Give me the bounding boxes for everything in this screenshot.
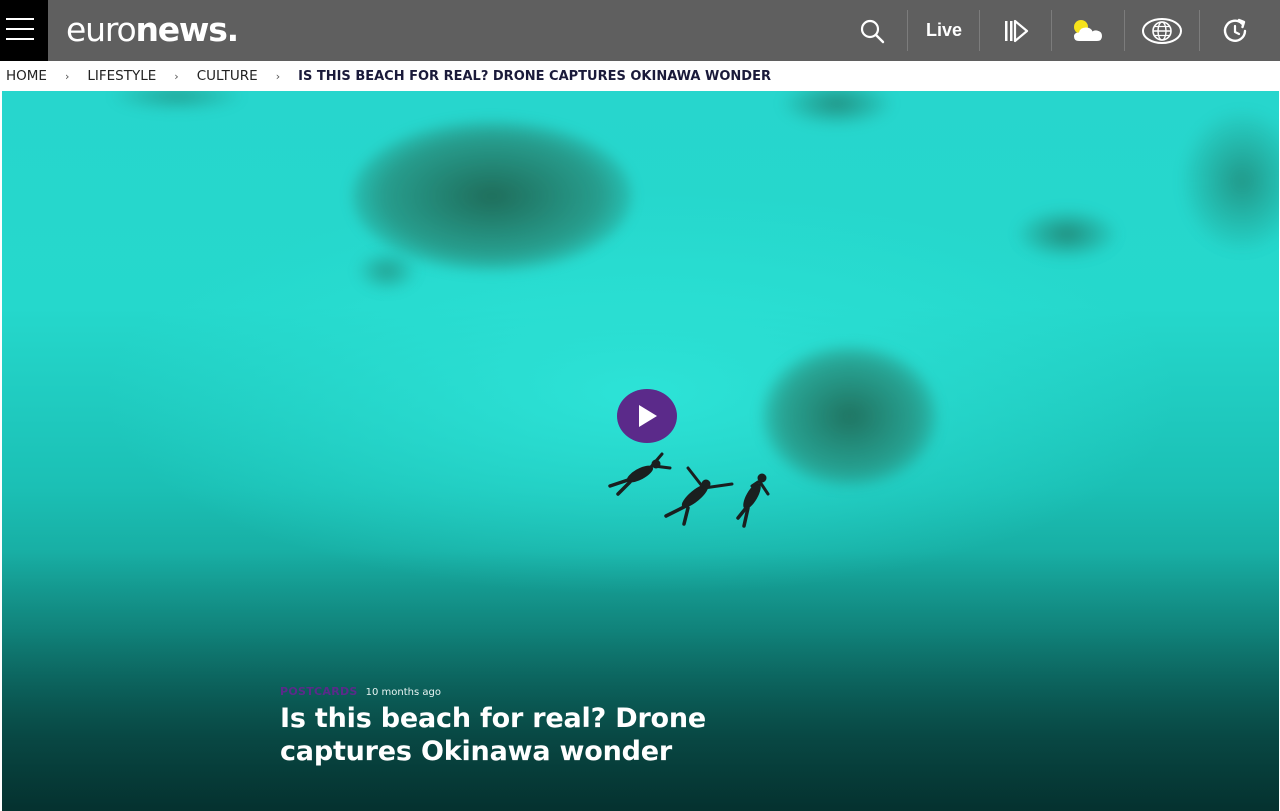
top-navigation-bar: euronews. Live xyxy=(0,0,1280,61)
category-tag[interactable]: POSTCARDS xyxy=(280,685,358,698)
breadcrumb-home[interactable]: HOME xyxy=(6,68,47,84)
weather-button[interactable] xyxy=(1060,0,1116,61)
live-label: Live xyxy=(925,20,963,40)
play-video-button[interactable] xyxy=(617,389,677,443)
breadcrumb-separator: › xyxy=(275,69,281,83)
weather-icon xyxy=(1074,19,1102,41)
search-button[interactable] xyxy=(850,0,894,61)
header-divider xyxy=(1051,10,1052,51)
menu-icon-line xyxy=(6,28,34,30)
swimmers-illustration xyxy=(608,452,770,528)
play-icon xyxy=(639,405,657,427)
logo-text-regular: euro xyxy=(66,10,137,49)
globe-icon xyxy=(1142,17,1182,44)
logo-text-bold: news xyxy=(135,10,227,49)
reef-patch xyxy=(762,346,937,486)
breadcrumb-separator: › xyxy=(174,69,179,83)
publish-time: 10 months ago xyxy=(365,687,441,698)
menu-icon-line xyxy=(6,18,34,20)
header-divider xyxy=(907,10,908,51)
reef-patch xyxy=(782,91,892,126)
breadcrumb: HOME › LIFESTYLE › CULTURE › IS THIS BEA… xyxy=(0,61,1280,91)
menu-button[interactable] xyxy=(0,0,48,61)
header-divider xyxy=(1199,10,1200,51)
search-icon xyxy=(860,19,885,43)
logo-dot: . xyxy=(226,10,240,49)
article-caption: POSTCARDS 10 months ago Is this beach fo… xyxy=(280,685,800,768)
header-divider xyxy=(1124,10,1125,51)
breadcrumb-culture[interactable]: CULTURE xyxy=(197,68,258,84)
reef-patch xyxy=(1182,111,1279,251)
reef-patch xyxy=(357,251,417,291)
latest-news-button[interactable] xyxy=(1212,0,1260,61)
header-divider xyxy=(979,10,980,51)
breadcrumb-separator: › xyxy=(64,69,70,83)
video-stories-icon xyxy=(1005,19,1029,42)
breadcrumb-lifestyle[interactable]: LIFESTYLE xyxy=(87,68,156,84)
article-headline[interactable]: Is this beach for real? Drone captures O… xyxy=(280,702,800,768)
hero-video-thumbnail[interactable]: POSTCARDS 10 months ago Is this beach fo… xyxy=(2,91,1279,811)
video-stories-button[interactable] xyxy=(990,0,1042,61)
reef-patch xyxy=(1017,209,1117,259)
euronews-logo[interactable]: euronews. xyxy=(66,8,240,52)
language-button[interactable] xyxy=(1132,0,1192,61)
article-meta: POSTCARDS 10 months ago xyxy=(280,685,800,698)
refresh-icon xyxy=(1223,18,1247,42)
breadcrumb-current-page: IS THIS BEACH FOR REAL? DRONE CAPTURES O… xyxy=(298,68,771,84)
hero-gradient-overlay xyxy=(2,551,1279,811)
reef-patch xyxy=(112,91,242,111)
menu-icon-line xyxy=(6,38,34,40)
reef-patch xyxy=(352,121,632,271)
live-button[interactable]: Live xyxy=(912,0,976,61)
